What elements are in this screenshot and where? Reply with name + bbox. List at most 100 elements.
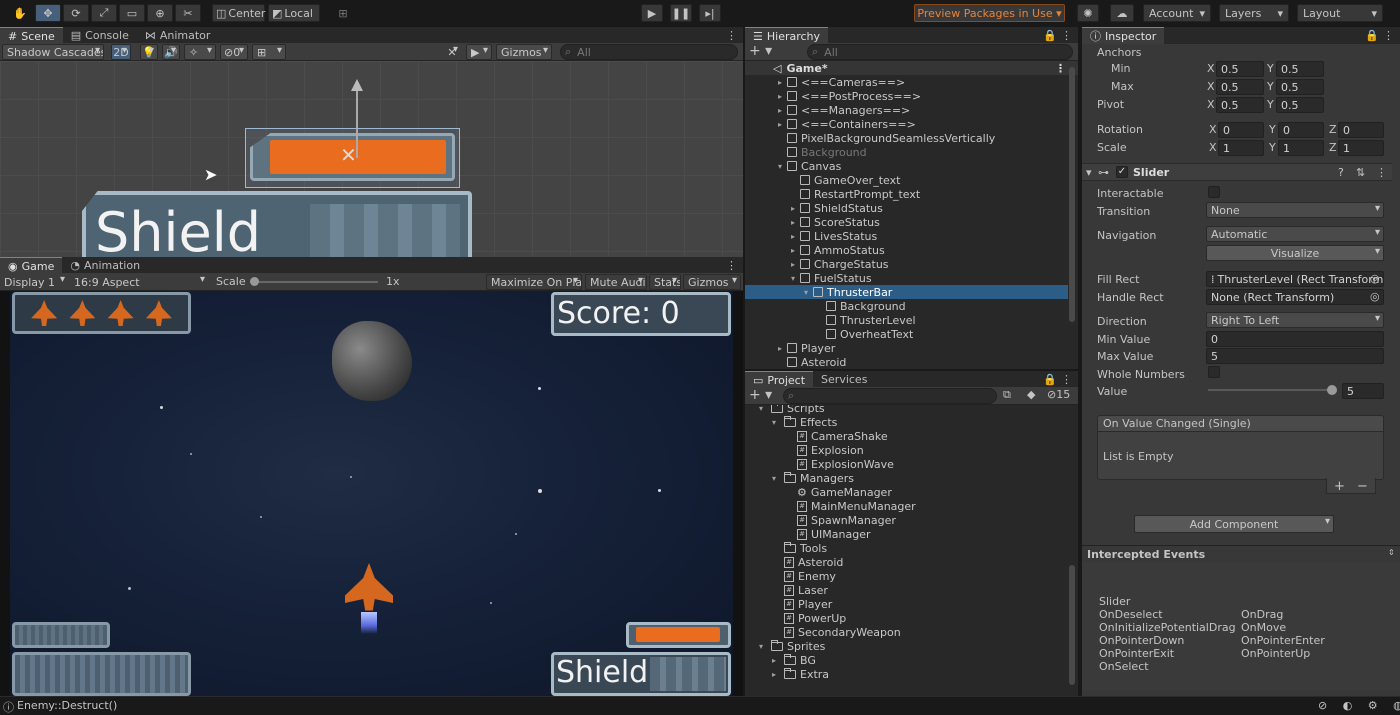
tab-animation[interactable]: ◔ Animation bbox=[62, 257, 149, 274]
scale-tool-button[interactable]: ⤢ bbox=[91, 4, 117, 22]
effects-dropdown[interactable]: ✧ bbox=[184, 44, 216, 60]
hierarchy-row[interactable]: ▸ <==Managers==> bbox=[745, 103, 1068, 117]
hierarchy-row[interactable]: ▸ <==PostProcess==> bbox=[745, 89, 1068, 103]
project-search-input[interactable]: ⌕ bbox=[783, 388, 997, 404]
component-menu-icon[interactable]: ⋮ bbox=[1376, 166, 1387, 179]
expanded-arrow-icon[interactable]: ▾ bbox=[759, 405, 771, 413]
value-slider-handle[interactable] bbox=[1327, 385, 1337, 395]
display-dropdown[interactable]: Display 1 bbox=[0, 274, 68, 290]
tab-game[interactable]: ◉ Game bbox=[0, 257, 63, 274]
rotation-x-field[interactable]: 0 bbox=[1218, 122, 1264, 138]
menu-kebab-icon[interactable]: ⋮ bbox=[1061, 27, 1078, 44]
whole-numbers-checkbox[interactable] bbox=[1208, 366, 1220, 378]
expanded-arrow-icon[interactable]: ▾ bbox=[788, 274, 798, 283]
hierarchy-row[interactable]: Background bbox=[745, 299, 1068, 313]
scale-x-field[interactable]: 1 bbox=[1218, 140, 1264, 156]
project-row[interactable]: ▸ BG bbox=[745, 653, 816, 667]
project-row[interactable]: ▾ Scripts bbox=[745, 405, 825, 415]
filter-label-icon[interactable]: ◆ bbox=[1027, 388, 1035, 401]
project-row[interactable]: ▾ Sprites bbox=[745, 639, 825, 653]
scale-y-field[interactable]: 1 bbox=[1278, 140, 1324, 156]
project-row[interactable]: ▸ Extra bbox=[745, 667, 829, 681]
hierarchy-row[interactable]: Background bbox=[745, 145, 1068, 159]
lighting-toggle[interactable]: 💡 bbox=[140, 44, 158, 60]
hierarchy-row[interactable]: ▸ <==Cameras==> bbox=[745, 75, 1068, 89]
pivot-cross-icon[interactable]: ✕ bbox=[340, 143, 357, 167]
hierarchy-row[interactable]: ▸ ShieldStatus bbox=[745, 201, 1068, 215]
project-row[interactable]: ▾ Managers bbox=[745, 471, 854, 485]
hierarchy-scrollbar[interactable] bbox=[1069, 67, 1075, 322]
layout-dropdown[interactable]: Layout ▾ bbox=[1297, 4, 1383, 22]
help-icon[interactable]: ? bbox=[1338, 166, 1344, 179]
tab-console[interactable]: ▤ Console bbox=[62, 27, 137, 44]
tools-icon[interactable]: ✕ bbox=[443, 44, 461, 60]
remove-event-button[interactable]: − bbox=[1357, 479, 1368, 494]
max-y-field[interactable]: 0.5 bbox=[1276, 79, 1324, 95]
hierarchy-row[interactable]: ▾ FuelStatus bbox=[745, 271, 1068, 285]
project-row[interactable]: # UIManager bbox=[745, 527, 871, 541]
hierarchy-row[interactable]: ▸ ScoreStatus bbox=[745, 215, 1068, 229]
hierarchy-row[interactable]: ▸ AmmoStatus bbox=[745, 243, 1068, 257]
collapsed-arrow-icon[interactable]: ▸ bbox=[788, 246, 798, 255]
maximize-on-play-toggle[interactable]: Maximize On Play bbox=[486, 274, 582, 290]
collapsed-arrow-icon[interactable]: ▸ bbox=[775, 120, 785, 129]
project-row[interactable]: # MainMenuManager bbox=[745, 499, 916, 513]
collapsed-arrow-icon[interactable]: ▸ bbox=[775, 78, 785, 87]
tab-scene[interactable]: # Scene bbox=[0, 27, 63, 44]
lock-icon[interactable]: 🔒 bbox=[1039, 371, 1061, 388]
hierarchy-row[interactable]: ▸ LivesStatus bbox=[745, 229, 1068, 243]
add-event-button[interactable]: + bbox=[1334, 479, 1345, 494]
filter-type-icon[interactable]: ⧉ bbox=[1003, 388, 1011, 402]
hidden-objects-toggle[interactable]: ⊘ 0 bbox=[220, 44, 248, 60]
play-button[interactable]: ▶ bbox=[641, 4, 663, 22]
stats-toggle[interactable]: Stats bbox=[649, 274, 681, 290]
project-row[interactable]: # Asteroid bbox=[745, 555, 843, 569]
hierarchy-row[interactable]: PixelBackgroundSeamlessVertically bbox=[745, 131, 1068, 145]
scale-z-field[interactable]: 1 bbox=[1338, 140, 1384, 156]
layers-dropdown[interactable]: Layers ▾ bbox=[1219, 4, 1289, 22]
max-value-field[interactable]: 5 bbox=[1206, 348, 1384, 364]
slider-component-header[interactable] bbox=[1082, 163, 1392, 181]
min-y-field[interactable]: 0.5 bbox=[1276, 61, 1324, 77]
project-row[interactable]: Tools bbox=[745, 541, 827, 555]
tab-inspector[interactable]: ⓘ Inspector bbox=[1082, 27, 1165, 44]
cloud-icon[interactable]: ☁ bbox=[1110, 4, 1134, 22]
expanded-arrow-icon[interactable]: ▾ bbox=[772, 474, 784, 483]
rotate-tool-button[interactable]: ⟳ bbox=[63, 4, 89, 22]
rect-tool-button[interactable]: ▭ bbox=[119, 4, 145, 22]
expanded-arrow-icon[interactable]: ▾ bbox=[759, 642, 771, 651]
hidden-packages-toggle[interactable]: ⊘15 bbox=[1047, 388, 1070, 401]
hierarchy-search-input[interactable]: ⌕ All bbox=[807, 44, 1073, 60]
project-row[interactable]: # SecondaryWeapon bbox=[745, 625, 901, 639]
slider-enabled-checkbox[interactable]: ✓ bbox=[1116, 166, 1128, 178]
hierarchy-row[interactable]: ▸ <==Containers==> bbox=[745, 117, 1068, 131]
rotation-y-field[interactable]: 0 bbox=[1278, 122, 1324, 138]
project-row[interactable]: ▾ Effects bbox=[745, 415, 837, 429]
object-picker-icon[interactable]: ◎ bbox=[1370, 272, 1380, 285]
collapsed-arrow-icon[interactable]: ▸ bbox=[772, 670, 784, 679]
hierarchy-row[interactable]: GameOver_text bbox=[745, 173, 1068, 187]
hierarchy-row[interactable]: ThrusterLevel bbox=[745, 313, 1068, 327]
project-scrollbar[interactable] bbox=[1069, 565, 1075, 685]
shading-mode-dropdown[interactable]: Shadow Cascades bbox=[2, 44, 104, 60]
value-slider-track[interactable] bbox=[1208, 389, 1334, 391]
aspect-dropdown[interactable]: 16:9 Aspect bbox=[70, 274, 208, 290]
interactable-checkbox[interactable] bbox=[1208, 186, 1220, 198]
hierarchy-row[interactable]: ▸ ChargeStatus bbox=[745, 257, 1068, 271]
transition-dropdown[interactable]: None bbox=[1206, 202, 1384, 218]
collapsed-arrow-icon[interactable]: ▸ bbox=[788, 260, 798, 269]
scene-search-input[interactable]: ⌕ All bbox=[560, 44, 738, 60]
status-message[interactable]: Enemy::Destruct() bbox=[17, 699, 117, 712]
menu-kebab-icon[interactable]: ⋮ bbox=[1061, 371, 1078, 388]
audio-toggle[interactable]: 🔊 bbox=[162, 44, 180, 60]
camera-dropdown[interactable]: ▶ bbox=[466, 44, 492, 60]
menu-kebab-icon[interactable]: ⋮ bbox=[726, 257, 743, 274]
account-dropdown[interactable]: Account ▾ bbox=[1143, 4, 1211, 22]
grid-dropdown[interactable]: ⊞ bbox=[252, 44, 286, 60]
add-object-button[interactable]: + ▾ bbox=[749, 43, 772, 59]
collapsed-arrow-icon[interactable]: ▸ bbox=[775, 344, 785, 353]
scene-gizmos-dropdown[interactable]: Gizmos bbox=[496, 44, 552, 60]
scene-viewport[interactable]: ✕ Shield ➤ bbox=[0, 61, 743, 257]
collapsed-arrow-icon[interactable]: ▸ bbox=[788, 218, 798, 227]
collapsed-arrow-icon[interactable]: ▸ bbox=[775, 92, 785, 101]
